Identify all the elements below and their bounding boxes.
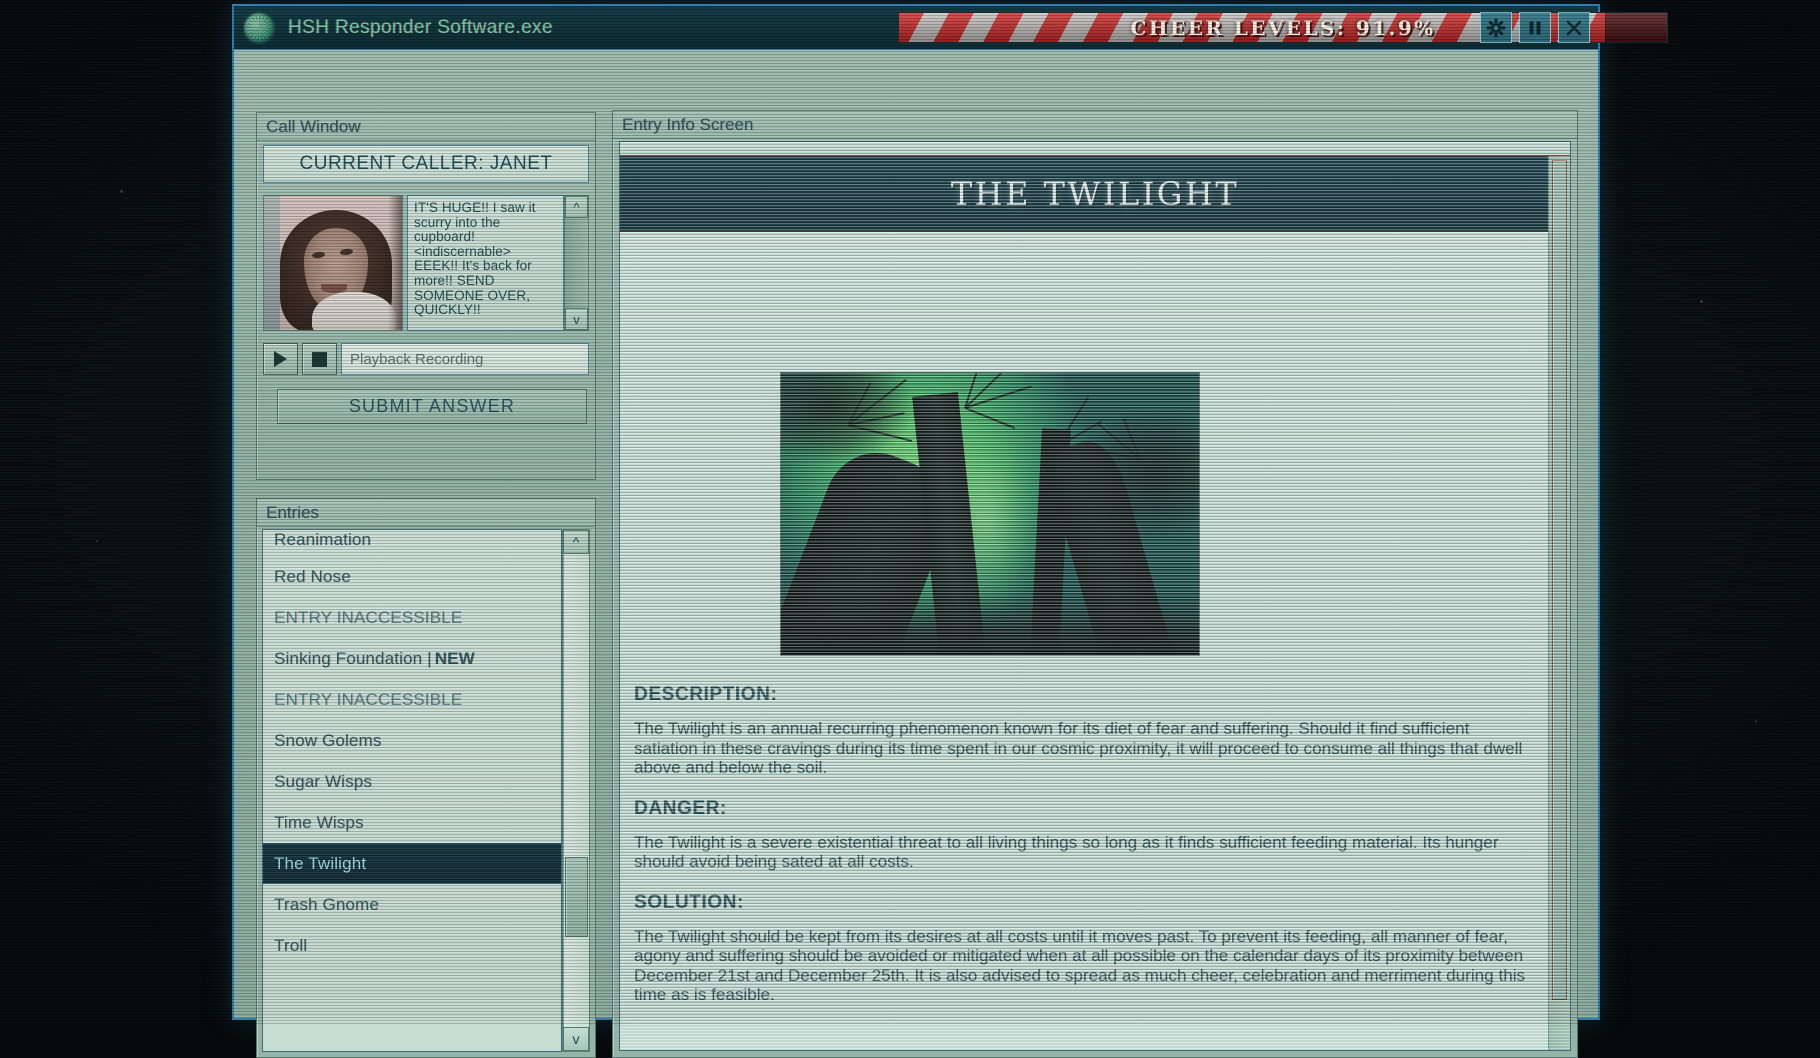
entry-list-item[interactable]: Sinking Foundation | NEW xyxy=(263,638,561,679)
transcript-scroll-track[interactable] xyxy=(565,218,588,308)
gear-icon xyxy=(1486,18,1506,38)
call-window-content: CURRENT CALLER: JANET xyxy=(263,145,589,471)
current-caller-label: CURRENT CALLER: JANET xyxy=(263,145,589,183)
entry-list-item-label: Snow Golems xyxy=(274,731,381,751)
entry-info-scroll-region: DESCRIPTION: The Twilight is an annual re… xyxy=(620,232,1548,1050)
entry-list-item-label: Sinking Foundation | xyxy=(274,649,432,669)
entry-title: THE TWILIGHT xyxy=(951,175,1239,213)
settings-button[interactable] xyxy=(1480,12,1512,43)
entry-title-band: THE TWILIGHT xyxy=(620,156,1570,232)
section-heading: SOLUTION: xyxy=(634,892,1530,914)
entries-scroll-up[interactable]: ^ xyxy=(563,530,589,554)
snow-fleck xyxy=(1755,720,1757,722)
entry-new-badge: NEW xyxy=(435,649,475,669)
entry-info-scrollbar[interactable] xyxy=(1548,156,1570,1050)
entries-panel: Entries Reanimation Red Nose ENTRY INACCES… xyxy=(256,498,596,1058)
stop-button[interactable] xyxy=(302,343,337,375)
call-window-title: Call Window xyxy=(257,113,595,141)
entry-list-item[interactable]: Reanimation xyxy=(263,530,561,556)
entry-list-item[interactable]: Sugar Wisps xyxy=(263,761,561,802)
snow-fleck xyxy=(1700,300,1703,303)
transcript-area: IT'S HUGE!! I saw it scurry into the cup… xyxy=(407,195,589,331)
window-controls xyxy=(1480,12,1590,43)
section-body: The Twilight should be kept from its des… xyxy=(634,927,1530,1005)
stop-icon xyxy=(312,352,327,367)
entry-list-item[interactable]: ENTRY INACCESSIBLE xyxy=(263,679,561,720)
entry-info-sections: DESCRIPTION: The Twilight is an annual re… xyxy=(634,684,1530,1025)
section-heading: DANGER: xyxy=(634,798,1530,820)
entries-scrollbar[interactable]: ^ v xyxy=(562,529,590,1052)
entry-info-title: Entry Info Screen xyxy=(613,111,1577,139)
cheer-level-label: CHEER LEVELS: 91.9% xyxy=(1130,16,1435,40)
entry-list-item-label: Sugar Wisps xyxy=(274,772,372,792)
submit-answer-button[interactable]: SUBMIT ANSWER xyxy=(277,389,587,424)
aurora-forest-photo xyxy=(780,372,1200,656)
playback-status-field[interactable]: Playback Recording xyxy=(341,343,589,375)
entry-list-item-label: Red Nose xyxy=(274,567,351,587)
entry-list-item-label: The Twilight xyxy=(274,854,366,874)
close-button[interactable] xyxy=(1558,12,1590,43)
playback-controls: Playback Recording xyxy=(263,343,589,375)
entry-list-item-label: ENTRY INACCESSIBLE xyxy=(274,690,462,710)
entry-info-content: THE TWILIGHT xyxy=(619,141,1571,1051)
window-body: Call Window CURRENT CALLER: JANET xyxy=(234,50,1598,1018)
entry-list-item[interactable]: Red Nose xyxy=(263,556,561,597)
cheer-meter-empty xyxy=(1605,13,1667,42)
call-window-panel: Call Window CURRENT CALLER: JANET xyxy=(256,112,596,480)
entry-list-item-label: Time Wisps xyxy=(274,813,364,833)
globe-icon xyxy=(244,13,274,43)
entry-list-item[interactable]: Snow Golems xyxy=(263,720,561,761)
play-icon xyxy=(274,351,287,367)
entry-list-item[interactable]: Trash Gnome xyxy=(263,884,561,925)
entries-scroll-track[interactable] xyxy=(563,554,589,1027)
section-body: The Twilight is a severe existential thr… xyxy=(634,833,1530,872)
transcript-scrollbar[interactable]: ^ v xyxy=(564,195,589,331)
entry-list-item-label: ENTRY INACCESSIBLE xyxy=(274,608,462,628)
entry-info-scroll-thumb[interactable] xyxy=(1552,160,1567,1000)
section-heading: DESCRIPTION: xyxy=(634,684,1530,706)
play-button[interactable] xyxy=(263,343,298,375)
app-title: HSH Responder Software.exe xyxy=(288,17,553,39)
section-body: The Twilight is an annual recurring phen… xyxy=(634,719,1530,778)
app-window: HSH Responder Software.exe CHEER LEVELS:… xyxy=(232,4,1600,1020)
entry-list-item-label: Troll xyxy=(274,936,307,956)
caller-photo xyxy=(263,195,403,331)
entry-info-top-rule xyxy=(620,142,1570,156)
pause-icon xyxy=(1526,19,1544,37)
transcript-scroll-down[interactable]: v xyxy=(565,308,588,330)
entries-scroll-down[interactable]: v xyxy=(563,1027,589,1051)
entry-info-panel: Entry Info Screen THE TWILIGHT xyxy=(612,110,1578,1058)
desktop-background: HSH Responder Software.exe CHEER LEVELS:… xyxy=(0,0,1820,1024)
entry-list-item[interactable]: Time Wisps xyxy=(263,802,561,843)
entries-list[interactable]: Reanimation Red Nose ENTRY INACCESSIBLE Sin… xyxy=(262,529,562,1052)
entries-list-wrapper: Reanimation Red Nose ENTRY INACCESSIBLE Sin… xyxy=(262,529,590,1052)
entry-list-item-label: Reanimation xyxy=(274,530,371,550)
entry-list-item[interactable]: Troll xyxy=(263,925,561,966)
snow-fleck xyxy=(96,540,98,542)
caller-media-row: IT'S HUGE!! I saw it scurry into the cup… xyxy=(263,195,589,331)
entry-list-item[interactable]: ENTRY INACCESSIBLE xyxy=(263,597,561,638)
entry-list-item-label: Trash Gnome xyxy=(274,895,379,915)
call-transcript: IT'S HUGE!! I saw it scurry into the cup… xyxy=(407,195,564,331)
entries-scroll-thumb[interactable] xyxy=(565,857,588,937)
entry-list-item[interactable]: The Twilight xyxy=(263,843,561,884)
pause-button[interactable] xyxy=(1519,12,1551,43)
transcript-scroll-up[interactable]: ^ xyxy=(565,196,588,218)
snow-fleck xyxy=(120,190,123,193)
close-icon xyxy=(1565,19,1583,37)
entries-title: Entries xyxy=(257,499,595,527)
title-bar: HSH Responder Software.exe CHEER LEVELS:… xyxy=(234,6,1598,50)
